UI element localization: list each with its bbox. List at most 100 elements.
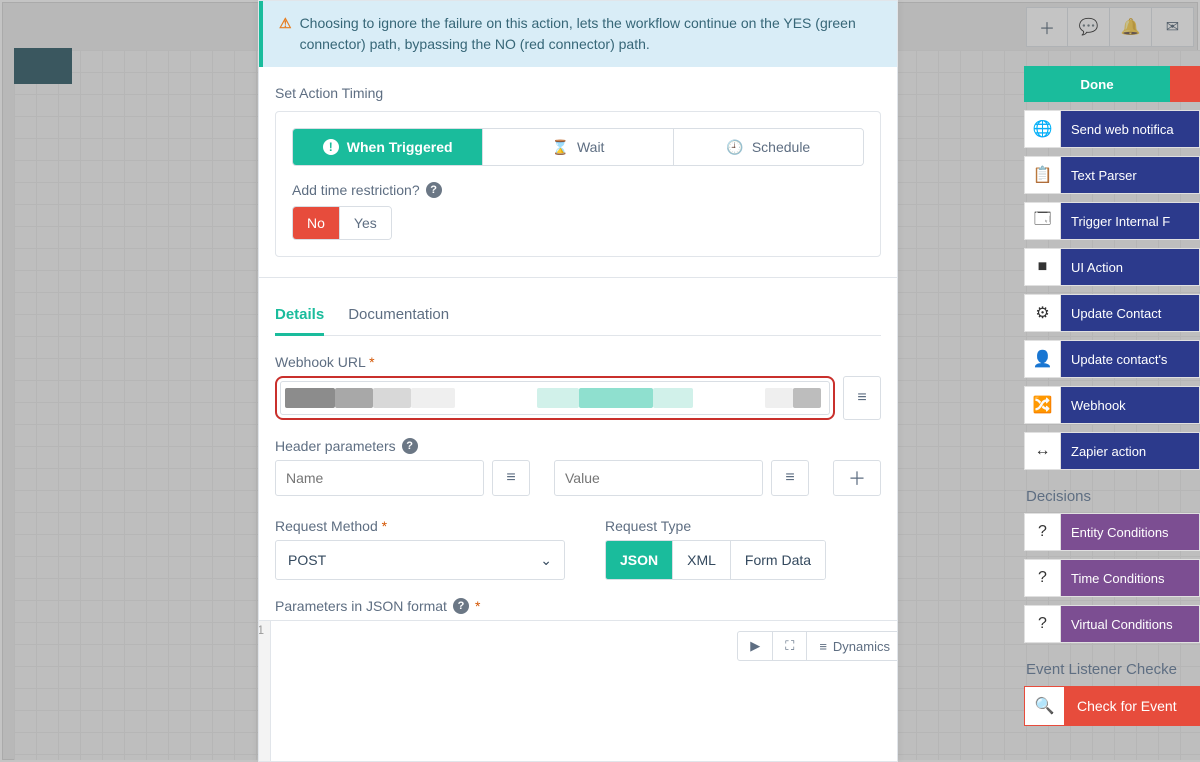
required-mark: * — [475, 598, 480, 614]
sidebar-item-trigger-internal[interactable]: 🗔 Trigger Internal F — [1024, 202, 1200, 240]
gear-icon: ⚙ — [1025, 295, 1061, 331]
editor-run-button[interactable]: ▶ — [738, 632, 772, 660]
json-params-label: Parameters in JSON format — [275, 598, 447, 614]
clock-icon: 🕘 — [726, 139, 743, 156]
ignore-failure-alert: ⚠ Choosing to ignore the failure on this… — [259, 1, 897, 67]
editor-expand-button[interactable]: ⛶ — [772, 632, 806, 660]
editor-dynamics-button[interactable]: ≡ Dynamics — [806, 632, 898, 660]
time-restriction-label: Add time restriction? — [292, 182, 420, 198]
sidebar-item-zapier-action[interactable]: ↔ Zapier action — [1024, 432, 1200, 470]
sidebar-item-send-web-notification[interactable]: 🌐 Send web notifica — [1024, 110, 1200, 148]
header-value-input[interactable] — [554, 460, 763, 496]
sidebar-item-label: Zapier action — [1061, 433, 1199, 469]
request-method-label: Request Method — [275, 518, 378, 534]
sidebar-item-webhook[interactable]: 🔀 Webhook — [1024, 386, 1200, 424]
required-mark: * — [369, 354, 374, 370]
window-icon: 🗔 — [1025, 203, 1061, 239]
request-type-toggle: JSON XML Form Data — [605, 540, 826, 580]
sidebar-item-update-contacts[interactable]: 👤 Update contact's — [1024, 340, 1200, 378]
dynamics-label: Dynamics — [833, 639, 890, 654]
header-name-menu-button[interactable]: ≡ — [492, 460, 530, 496]
time-restriction-no[interactable]: No — [293, 207, 339, 239]
sidebar-item-text-parser[interactable]: 📋 Text Parser — [1024, 156, 1200, 194]
sidebar-item-label: Update contact's — [1061, 341, 1199, 377]
help-icon[interactable]: ? — [453, 598, 469, 614]
sidebar-item-time-conditions[interactable]: ? Time Conditions — [1024, 559, 1200, 597]
sidebar-item-label: Update Contact — [1061, 295, 1199, 331]
time-restriction-yes[interactable]: Yes — [339, 207, 391, 239]
request-method-select[interactable]: POST ⌄ — [275, 540, 565, 580]
timing-schedule[interactable]: 🕘 Schedule — [673, 129, 863, 165]
play-icon: ▶ — [750, 638, 760, 654]
request-type-xml[interactable]: XML — [672, 541, 730, 579]
shuffle-icon: 🔀 — [1025, 387, 1061, 423]
sidebar-item-label: Text Parser — [1061, 157, 1199, 193]
done-button[interactable]: Done — [1024, 66, 1170, 102]
person-icon: 👤 — [1025, 341, 1061, 377]
action-config-modal: ⚠ Choosing to ignore the failure on this… — [258, 0, 898, 762]
chevron-down-icon: ⌄ — [540, 552, 552, 569]
required-mark: * — [382, 518, 387, 534]
webhook-url-label: Webhook URL — [275, 354, 365, 370]
search-icon: 🔍 — [1025, 687, 1065, 725]
timing-option-label: Wait — [577, 139, 604, 155]
sidebar-item-label: Virtual Conditions — [1061, 606, 1199, 642]
request-type-form-data[interactable]: Form Data — [730, 541, 825, 579]
sidebar-item-update-contact[interactable]: ⚙ Update Contact — [1024, 294, 1200, 332]
tab-documentation[interactable]: Documentation — [348, 296, 449, 335]
timing-option-label: When Triggered — [347, 139, 453, 155]
sidebar-item-ui-action[interactable]: ■ UI Action — [1024, 248, 1200, 286]
timing-wait[interactable]: ⌛ Wait — [482, 129, 672, 165]
request-type-label: Request Type — [605, 518, 691, 534]
webhook-url-menu-button[interactable]: ≡ — [843, 376, 881, 420]
help-icon[interactable]: ? — [426, 182, 442, 198]
menu-icon: ≡ — [819, 639, 827, 654]
timing-options: ! When Triggered ⌛ Wait 🕘 Schedule — [292, 128, 864, 166]
expand-icon: ⛶ — [785, 638, 794, 654]
timing-option-label: Schedule — [752, 139, 810, 155]
sidebar-item-entity-conditions[interactable]: ? Entity Conditions — [1024, 513, 1200, 551]
config-tabs: Details Documentation — [275, 296, 881, 336]
request-type-json[interactable]: JSON — [606, 541, 672, 579]
json-editor[interactable]: 1 ▶ ⛶ ≡ Dynamics — [258, 620, 898, 762]
timing-label: Set Action Timing — [275, 85, 881, 101]
warning-icon: ⚠ — [279, 13, 292, 55]
tab-details[interactable]: Details — [275, 296, 324, 336]
decisions-title: Decisions — [1024, 478, 1200, 505]
clipboard-icon: 📋 — [1025, 157, 1061, 193]
help-icon: ? — [1025, 514, 1061, 550]
sidebar-item-virtual-conditions[interactable]: ? Virtual Conditions — [1024, 605, 1200, 643]
sidebar-item-label: Trigger Internal F — [1061, 203, 1199, 239]
sidebar-item-label: Send web notifica — [1061, 111, 1199, 147]
webhook-url-highlight — [275, 376, 835, 420]
help-icon[interactable]: ? — [402, 438, 418, 454]
globe-icon: 🌐 — [1025, 111, 1061, 147]
arrows-icon: ↔ — [1025, 433, 1061, 469]
sidebar-item-label: Time Conditions — [1061, 560, 1199, 596]
header-parameters-label: Header parameters — [275, 438, 396, 454]
header-name-input[interactable] — [275, 460, 484, 496]
sidebar-item-label: UI Action — [1061, 249, 1199, 285]
exclaim-icon: ! — [323, 139, 339, 155]
help-icon: ? — [1025, 560, 1061, 596]
timing-when-triggered[interactable]: ! When Triggered — [293, 129, 482, 165]
sidebar-item-label: Entity Conditions — [1061, 514, 1199, 550]
webhook-url-input[interactable] — [280, 381, 830, 415]
right-panel: Done 🌐 Send web notifica 📋 Text Parser 🗔… — [1020, 66, 1200, 734]
editor-gutter: 1 — [258, 621, 271, 762]
done-side-button[interactable] — [1170, 66, 1200, 102]
add-header-button[interactable]: ＋ — [833, 460, 881, 496]
listener-title: Event Listener Checke — [1024, 651, 1200, 678]
check-for-event-label: Check for Event — [1065, 687, 1199, 725]
header-value-menu-button[interactable]: ≡ — [771, 460, 809, 496]
gutter-line-number: 1 — [258, 623, 264, 637]
check-for-event-button[interactable]: 🔍 Check for Event — [1024, 686, 1200, 726]
help-icon: ? — [1025, 606, 1061, 642]
editor-toolbar: ▶ ⛶ ≡ Dynamics — [737, 631, 898, 661]
hourglass-icon: ⌛ — [552, 139, 569, 156]
time-restriction-toggle: No Yes — [292, 206, 392, 240]
request-method-value: POST — [288, 552, 326, 568]
sidebar-item-label: Webhook — [1061, 387, 1199, 423]
square-icon: ■ — [1025, 249, 1061, 285]
alert-text: Choosing to ignore the failure on this a… — [300, 13, 881, 55]
